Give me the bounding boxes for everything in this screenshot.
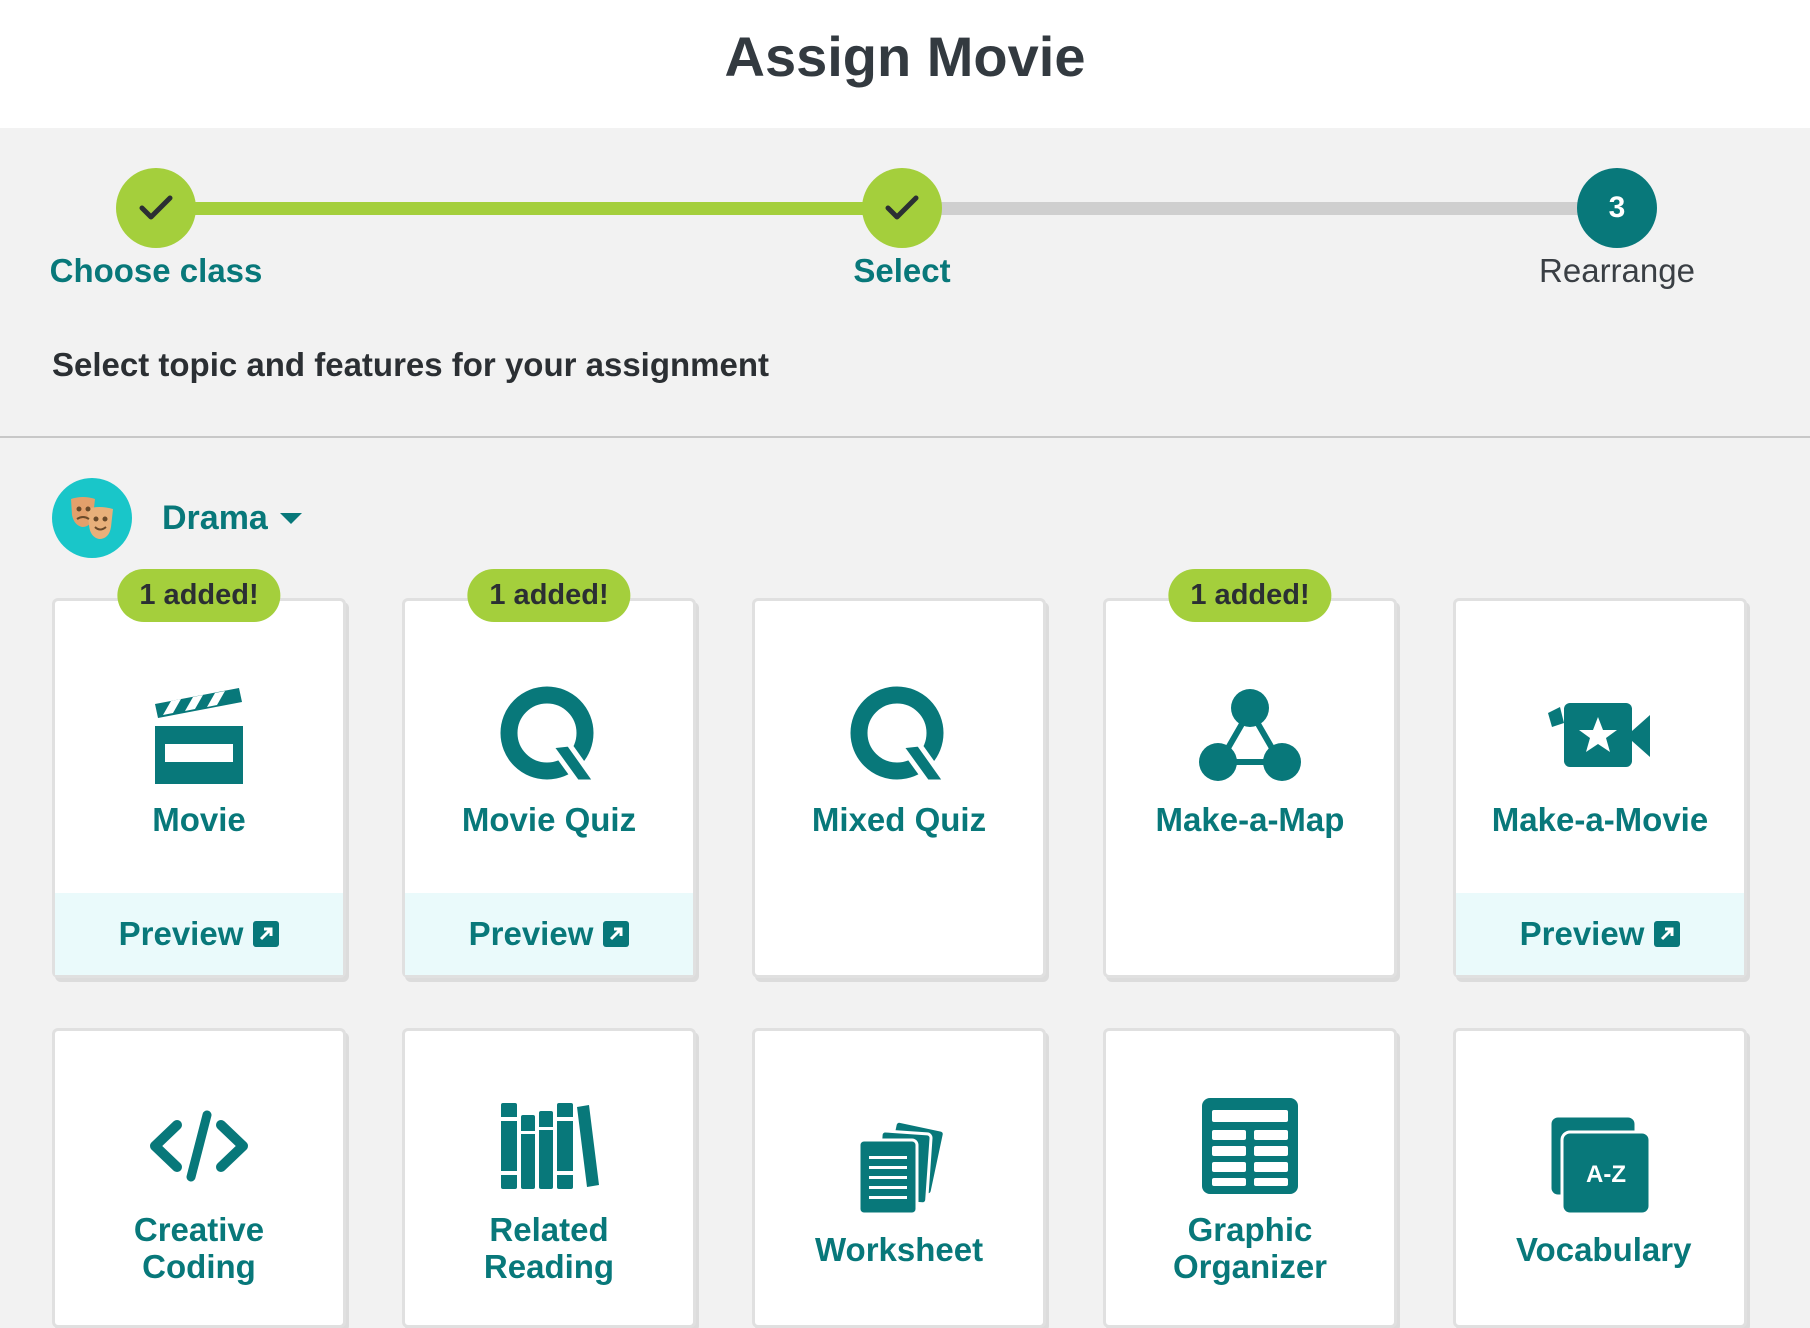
checkmark-icon [139, 195, 173, 220]
external-link-icon [253, 921, 280, 947]
preview-link[interactable]: Preview [405, 893, 693, 975]
drama-masks-icon [52, 478, 132, 558]
step-1-label[interactable]: Choose class [50, 252, 263, 290]
checkmark-icon [885, 195, 919, 220]
preview-link[interactable]: Preview [1456, 893, 1744, 975]
topic-name-label: Drama [162, 498, 268, 537]
step-3-label[interactable]: Rearrange [1539, 252, 1695, 290]
preview-label: Preview [468, 915, 594, 952]
code-icon [144, 1091, 254, 1201]
books-icon [494, 1091, 604, 1201]
feature-title: Creative Coding [133, 1211, 265, 1285]
instructions-text: Select topic and features for your assig… [52, 346, 770, 383]
added-badge: 1 added! [467, 569, 631, 622]
svg-text:A-Z: A-Z [1586, 1161, 1626, 1188]
feature-card-worksheet[interactable]: Worksheet [752, 1028, 1046, 1328]
added-badge: 1 added! [117, 569, 281, 622]
step-3-circle[interactable]: 3 [1577, 168, 1657, 248]
quiz-q-icon [844, 681, 954, 791]
step-2-label[interactable]: Select [853, 252, 950, 290]
worksheet-pages-icon [844, 1111, 954, 1221]
feature-card-make-a-map[interactable]: 1 added! Make-a-Map [1103, 569, 1397, 978]
stepper-track-remaining [895, 202, 1620, 215]
preview-link[interactable]: Preview [55, 893, 343, 975]
topic-dropdown[interactable]: Drama [162, 499, 302, 538]
preview-label: Preview [118, 915, 244, 952]
feature-title: Graphic Organizer [1172, 1211, 1328, 1285]
topic-selector[interactable]: Drama [52, 478, 302, 558]
added-badge: 1 added! [1168, 569, 1332, 622]
feature-card-graphic-organizer[interactable]: Graphic Organizer [1103, 1028, 1397, 1328]
feature-card-movie-quiz[interactable]: 1 added! Movie Quiz Preview [402, 569, 696, 978]
section-divider [0, 436, 1810, 438]
feature-title: Related Reading [483, 1211, 615, 1285]
feature-title: Vocabulary [1516, 1231, 1692, 1268]
external-link-icon [603, 921, 630, 947]
external-link-icon [1654, 921, 1681, 947]
feature-card-related-reading[interactable]: Related Reading [402, 1028, 696, 1328]
feature-title: Mixed Quiz [811, 801, 987, 838]
feature-title: Make-a-Map [1155, 801, 1345, 838]
map-nodes-icon [1195, 681, 1305, 791]
page-title: Assign Movie [724, 24, 1086, 88]
feature-title: Movie [152, 801, 246, 838]
step-3-number: 3 [1608, 191, 1626, 224]
feature-card-make-a-movie[interactable]: Make-a-Movie Preview [1453, 598, 1747, 978]
feature-title: Movie Quiz [461, 801, 637, 838]
header-bar: Assign Movie [0, 0, 1810, 128]
step-1-circle[interactable] [116, 168, 196, 248]
feature-title: Worksheet [815, 1231, 984, 1268]
quiz-q-icon [494, 681, 604, 791]
step-2-circle[interactable] [862, 168, 942, 248]
video-camera-star-icon [1545, 681, 1655, 791]
caret-down-icon [279, 512, 302, 524]
stepper-track-completed [155, 202, 901, 215]
preview-label: Preview [1519, 915, 1645, 952]
clapperboard-icon [144, 681, 254, 791]
feature-title: Make-a-Movie [1491, 801, 1709, 838]
feature-card-mixed-quiz[interactable]: Mixed Quiz [752, 598, 1046, 978]
table-grid-icon [1195, 1091, 1305, 1201]
feature-card-creative-coding[interactable]: Creative Coding [52, 1028, 346, 1328]
feature-card-movie[interactable]: 1 added! Movie Preview [52, 569, 346, 978]
vocabulary-cards-icon: A-Z [1545, 1111, 1655, 1221]
feature-card-vocabulary[interactable]: A-Z Vocabulary [1453, 1028, 1747, 1328]
